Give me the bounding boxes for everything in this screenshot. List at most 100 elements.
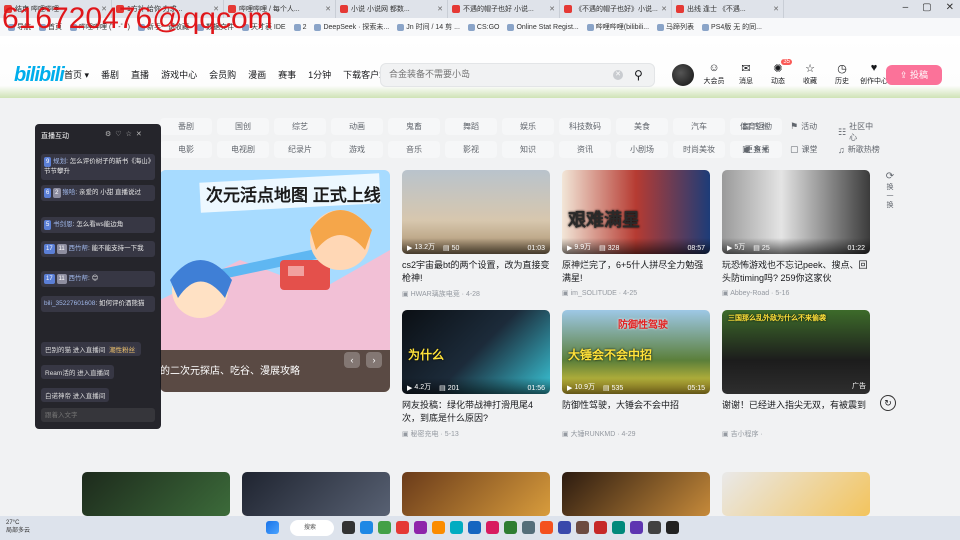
chat-username[interactable]: bili_35227601608 xyxy=(44,300,95,307)
video-card[interactable]: ▶ 5万 ▤ 25 01:22 玩恐怖游戏也不忘记peek、搜点、回头防timing吗? … xyxy=(722,170,870,297)
next-row-thumb[interactable] xyxy=(242,472,390,516)
taskbar-app-icon[interactable] xyxy=(558,521,571,534)
video-thumbnail[interactable]: 为什么 ▶ 4.2万 ▤ 201 01:56 xyxy=(402,310,550,394)
video-title[interactable]: cs2宇宙最bt的两个设置，改为直接变枪神! xyxy=(402,259,550,285)
taskbar-app-icon[interactable] xyxy=(486,521,499,534)
chat-close-icon[interactable]: ✕ xyxy=(136,130,142,138)
taskbar-app-icon[interactable] xyxy=(612,521,625,534)
uploader-name[interactable]: 秘密充电 xyxy=(411,431,439,438)
next-row-thumb[interactable] xyxy=(82,472,230,516)
user-menu-dynamic[interactable]: ✺ 动态 35 xyxy=(764,59,792,86)
refresh-feed-button[interactable]: ⟳ 换一换 xyxy=(880,172,900,218)
nav-item[interactable]: 1分钟 xyxy=(308,68,331,81)
next-row-thumb[interactable] xyxy=(562,472,710,516)
category-row2[interactable]: 纪录片 xyxy=(274,141,326,158)
category-row2[interactable]: 电视剧 xyxy=(217,141,269,158)
video-title[interactable]: 谢谢！已经进入指尖无双，有被震到 xyxy=(722,399,870,425)
bookmark-item[interactable]: Jn 时间 / 14 剪 ... xyxy=(397,22,460,32)
user-menu-history[interactable]: ◷ 历史 xyxy=(828,62,856,86)
category-row1[interactable]: 动画 xyxy=(331,118,383,135)
bookmark-item[interactable]: 马蹄列表 xyxy=(657,22,694,32)
quick-link-classroom[interactable]: ▢ 课堂 xyxy=(790,144,818,155)
nav-item[interactable]: 赛事 xyxy=(278,68,296,81)
bookmark-item[interactable]: 2 xyxy=(293,23,306,31)
category-row2[interactable]: 电影 xyxy=(160,141,212,158)
nav-item[interactable]: 游戏中心 xyxy=(161,68,197,81)
taskbar-app-icon[interactable] xyxy=(360,521,373,534)
quick-link-community[interactable]: ☷ 社区中心 xyxy=(838,121,880,143)
video-thumbnail[interactable]: 大锤会不会中招 防御性驾驶 ▶ 10.9万 ▤ 535 05:15 xyxy=(562,310,710,394)
tab-close-icon[interactable]: ✕ xyxy=(661,5,667,13)
nav-item[interactable]: 首页 ▾ xyxy=(64,68,89,81)
tab-close-icon[interactable]: ✕ xyxy=(549,5,555,13)
category-row2[interactable]: 知识 xyxy=(502,141,554,158)
chat-username[interactable]: 西竹帮 xyxy=(69,275,89,282)
quick-link-activity[interactable]: ⚑ 活动 xyxy=(790,121,817,132)
video-title[interactable]: 玩恐怖游戏也不忘记peek、搜点、回头防timing吗? 259你这家伙 xyxy=(722,259,870,285)
browser-tab[interactable]: 出线 逢士 《不遇... ✕ xyxy=(672,0,784,18)
taskbar-search[interactable]: 搜索 xyxy=(290,520,334,536)
chat-username[interactable]: 西竹帮 xyxy=(69,245,89,252)
category-row2[interactable]: 影视 xyxy=(445,141,497,158)
user-menu-vip[interactable]: ☺ 大会员 xyxy=(700,62,728,86)
windows-start-icon[interactable] xyxy=(266,521,279,534)
category-row2[interactable]: 资讯 xyxy=(559,141,611,158)
taskbar-app-icon[interactable] xyxy=(468,521,481,534)
taskbar-app-icon[interactable] xyxy=(414,521,427,534)
category-row1[interactable]: 美食 xyxy=(616,118,668,135)
uploader-name[interactable]: 大锤RUNKMD xyxy=(571,431,616,438)
video-card[interactable]: ▶ 13.2万 ▤ 50 01:03 cs2宇宙最bt的两个设置，改为直接变枪神! ▣ HW… xyxy=(402,170,550,299)
quick-link-column[interactable]: ▤ 专栏 xyxy=(742,121,770,132)
chat-settings-icon[interactable]: ⚙ xyxy=(105,130,111,138)
clear-search-icon[interactable]: ✕ xyxy=(613,70,623,80)
browser-tab[interactable]: 小说 小说网 都数... ✕ xyxy=(336,0,448,18)
next-row-thumb[interactable] xyxy=(722,472,870,516)
taskbar-app-icon[interactable] xyxy=(396,521,409,534)
video-thumbnail[interactable]: ▶ 5万 ▤ 25 01:22 xyxy=(722,170,870,254)
user-menu-message[interactable]: ✉ 消息 xyxy=(732,62,760,86)
nav-item[interactable]: 会员购 xyxy=(209,68,236,81)
upload-button[interactable]: ⇪ 投稿 xyxy=(886,65,942,85)
search-input[interactable] xyxy=(389,69,609,79)
category-row2[interactable]: 音乐 xyxy=(388,141,440,158)
video-card[interactable]: 三国那么乱外敌为什么不来偷袭 广告 谢谢！已经进入指尖无双，有被震到 ▣ 吉小程序 · xyxy=(722,310,870,439)
minimize-icon[interactable]: – xyxy=(903,2,909,13)
video-title[interactable]: 原神烂完了，6+5什人拼尽全力勉强满星! xyxy=(562,259,710,285)
category-row1[interactable]: 鬼畜 xyxy=(388,118,440,135)
category-row2[interactable]: 时尚美妆 xyxy=(673,141,725,158)
quick-link-live[interactable]: ▣ 直播 xyxy=(742,144,770,155)
banner-carousel[interactable]: 次元活点地图 正式上线 的二次元探店、吃谷、漫展攻略 ‹ › xyxy=(160,170,390,392)
user-menu-favorite[interactable]: ☆ 收藏 xyxy=(796,62,824,86)
weather-widget[interactable]: 27°C 局部多云 xyxy=(6,519,30,535)
chat-input[interactable] xyxy=(41,408,155,422)
tab-close-icon[interactable]: ✕ xyxy=(325,5,331,13)
video-card[interactable]: 为什么 ▶ 4.2万 ▤ 201 01:56 网友投稿：绿化带战神打滑甩尾4次，到底是什么原… xyxy=(402,310,550,439)
tab-close-icon[interactable]: ✕ xyxy=(773,5,779,13)
bookmark-item[interactable]: CS:GO xyxy=(467,23,499,31)
category-row1[interactable]: 娱乐 xyxy=(502,118,554,135)
carousel-next-button[interactable]: › xyxy=(366,352,382,368)
category-row1[interactable]: 国创 xyxy=(217,118,269,135)
bookmark-item[interactable]: PS4版 无 的同... xyxy=(702,22,762,32)
video-thumbnail[interactable]: 三国那么乱外敌为什么不来偷袭 广告 xyxy=(722,310,870,394)
video-card[interactable]: 艰难满星 ▶ 9.9万 ▤ 328 08:57 原神烂完了，6+5什人拼尽全力勉强满星! ▣ … xyxy=(562,170,710,297)
taskbar-app-icon[interactable] xyxy=(540,521,553,534)
taskbar-app-icon[interactable] xyxy=(630,521,643,534)
taskbar-app-icon[interactable] xyxy=(504,521,517,534)
carousel-prev-button[interactable]: ‹ xyxy=(344,352,360,368)
user-menu-creator[interactable]: ♥ 创作中心 xyxy=(860,62,888,86)
nav-item[interactable]: 番剧 xyxy=(101,68,119,81)
browser-tab[interactable]: 《不遇的帽子也好》小说... ✕ xyxy=(560,0,672,18)
search-icon[interactable]: ⚲ xyxy=(634,68,643,82)
bookmark-item[interactable]: DeepSeek · 探索未... xyxy=(314,22,389,32)
maximize-icon[interactable]: ▢ xyxy=(922,2,931,13)
video-thumbnail[interactable]: 艰难满星 ▶ 9.9万 ▤ 328 08:57 xyxy=(562,170,710,254)
avatar[interactable] xyxy=(672,64,694,86)
taskbar-app-icon[interactable] xyxy=(342,521,355,534)
uploader-name[interactable]: Abbey-Road xyxy=(730,290,769,297)
chat-username[interactable]: 规划 xyxy=(53,158,66,165)
chat-like-icon[interactable]: ♡ xyxy=(115,130,121,138)
category-row1[interactable]: 科技数码 xyxy=(559,118,611,135)
category-row1[interactable]: 舞蹈 xyxy=(445,118,497,135)
bilibili-logo[interactable]: bilibili xyxy=(14,64,65,87)
